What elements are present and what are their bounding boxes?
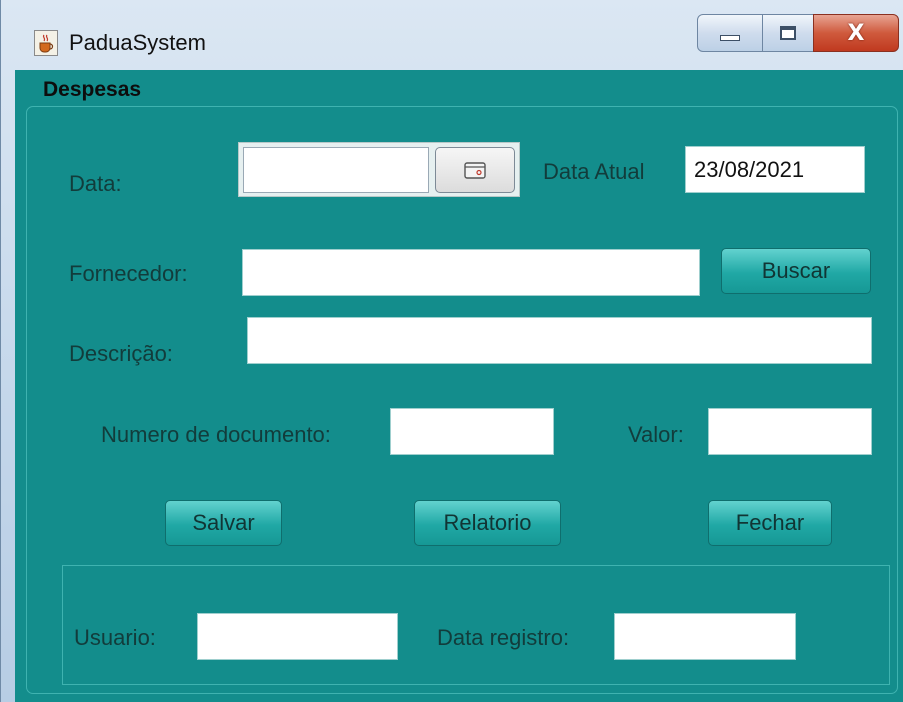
application-window: PaduaSystem X Despesas Data: Data Atual … [0, 0, 903, 702]
minimize-button[interactable] [697, 14, 763, 52]
data-label: Data: [69, 171, 122, 196]
data-registro-field[interactable] [614, 613, 796, 660]
salvar-button[interactable]: Salvar [165, 500, 282, 546]
usuario-label: Usuario: [74, 625, 156, 650]
window-title: PaduaSystem [69, 30, 206, 55]
calendar-button[interactable] [435, 147, 515, 193]
valor-label: Valor: [628, 422, 684, 447]
java-cup-icon [34, 30, 58, 56]
descricao-field[interactable] [247, 317, 872, 364]
maximize-icon [780, 26, 796, 40]
usuario-field[interactable] [197, 613, 398, 660]
close-button[interactable]: X [813, 14, 899, 52]
valor-field[interactable] [708, 408, 872, 455]
buscar-button[interactable]: Buscar [721, 248, 871, 294]
close-icon: X [847, 20, 865, 46]
date-picker [238, 142, 520, 197]
data-atual-field[interactable]: 23/08/2021 [685, 146, 865, 193]
maximize-button[interactable] [762, 14, 814, 52]
minimize-icon [720, 35, 740, 41]
descricao-label: Descrição: [69, 341, 173, 366]
relatorio-button[interactable]: Relatorio [414, 500, 561, 546]
data-atual-label: Data Atual [543, 159, 645, 184]
numero-documento-field[interactable] [390, 408, 554, 455]
data-registro-label: Data registro: [437, 625, 570, 650]
numero-documento-label: Numero de documento: [101, 422, 331, 447]
section-title: Despesas [43, 78, 142, 101]
fornecedor-field[interactable] [242, 249, 700, 296]
calendar-icon [464, 162, 486, 179]
fechar-button[interactable]: Fechar [708, 500, 832, 546]
fornecedor-label: Fornecedor: [69, 261, 188, 286]
data-input[interactable] [243, 147, 429, 193]
title-bar[interactable]: PaduaSystem X [1, 0, 903, 70]
